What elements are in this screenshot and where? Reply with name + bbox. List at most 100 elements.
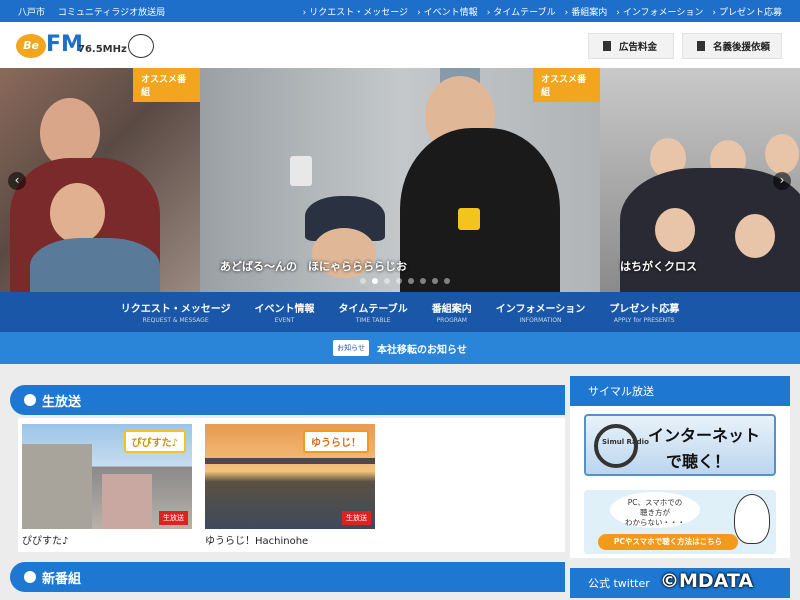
live-tag: 生放送 [159,511,188,525]
sponsorship-label: 名義後援依頼 [713,42,771,53]
program-title[interactable]: ぴぴすた♪ [22,532,192,547]
nav-label: プレゼント応募 [609,304,680,315]
person-shape [735,214,775,258]
top-strip: 八戸市 コミュニティラジオ放送局 リクエスト・メッセージ イベント情報 タイムテ… [0,0,800,22]
carousel-dots [360,278,450,284]
twitter-heading: 公式 twitter [588,577,650,590]
nav-sublabel: INFORMATION [519,317,562,324]
nav-label: 番組案内 [431,304,472,315]
wall-switch-shape [290,156,312,186]
live-heading: 生放送 [42,394,82,410]
live-program-list: ぴぴすた♪ 生放送 ぴぴすた♪ ゆうらじ！ 生放送 ゆうらじ！Hachinohe [18,418,565,552]
station-location: 八戸市 コミュニティラジオ放送局 [18,5,165,18]
recommended-badge: オススメ番組 [133,68,200,102]
headphones-icon [594,424,638,468]
banner-line2: で聴く！ [666,452,731,471]
program-thumbnail[interactable]: ぴぴすた♪ 生放送 [22,424,192,529]
nav-sublabel: REQUEST & MESSAGE [142,317,209,324]
nav-label: イベント情報 [254,304,315,315]
carousel-dot[interactable] [444,278,450,284]
carousel-slide[interactable]: オススメ番組 [0,68,200,292]
circle-icon [24,571,36,583]
simulcast-header: サイマル放送 [570,376,790,406]
program-title-badge: ぴぴすた♪ [123,430,186,453]
carousel-dot[interactable] [420,278,426,284]
nav-label: タイムテーブル [338,304,408,315]
new-programs-heading: 新番組 [42,571,82,587]
slide-caption: あどばる～んの ほにゃららららじお [220,260,407,273]
nav-label: インフォメーション [495,304,586,315]
program-title-badge: ゆうらじ！ [303,430,369,453]
nav-sublabel: EVENT [274,317,295,324]
nav-present[interactable]: プレゼント応募 APPLY for PRESENTS [597,292,691,332]
carousel-dot[interactable] [408,278,414,284]
nav-event[interactable]: イベント情報 EVENT [243,292,327,332]
person-shape [30,238,160,292]
notice-tag: お知らせ [333,340,370,356]
nav-information[interactable]: インフォメーション INFORMATION [484,292,598,332]
carousel-dot[interactable] [372,278,378,284]
person-shape [400,128,560,292]
ad-rates-label: 広告料金 [619,42,658,53]
nav-sublabel: TIME TABLE [355,317,391,324]
program-card[interactable]: ぴぴすた♪ 生放送 ぴぴすた♪ [22,424,192,547]
top-link-information[interactable]: インフォメーション [616,5,704,18]
top-link-program[interactable]: 番組案内 [565,5,607,18]
mascot-icon [128,34,154,58]
program-title[interactable]: ゆうらじ！Hachinohe [205,532,375,547]
simul-radio-brand: Simul Radio [602,438,649,446]
listen-online-banner[interactable]: Simul Radio インターネット で聴く！ [584,414,776,476]
sponsorship-request-button[interactable]: 名義後援依頼 [682,33,782,59]
new-programs-header: 新番組 [10,562,565,592]
top-nav: リクエスト・メッセージ イベント情報 タイムテーブル 番組案内 インフォメーショ… [303,5,782,18]
live-section-header: 生放送 [10,385,565,415]
nav-label: リクエスト・メッセージ [120,304,231,315]
nav-program[interactable]: 番組案内 PROGRAM [420,292,484,332]
nav-sublabel: APPLY for PRESENTS [613,317,675,324]
notice-bar[interactable]: お知らせ 本社移転のお知らせ [0,332,800,364]
carousel-dot[interactable] [396,278,402,284]
horizon-shape [205,458,375,464]
recommended-badge: オススメ番組 [533,68,600,102]
carousel-prev-button[interactable]: ‹ [8,172,26,190]
live-tag: 生放送 [342,511,371,525]
carousel-dot[interactable] [432,278,438,284]
slide-caption: はちがくクロス [620,260,697,273]
building-shape [102,474,152,529]
program-card[interactable]: ゆうらじ！ 生放送 ゆうらじ！Hachinohe [205,424,375,547]
logo-be: Be [16,34,46,58]
top-link-timetable[interactable]: タイムテーブル [487,5,555,18]
main-nav: リクエスト・メッセージ REQUEST & MESSAGE イベント情報 EVE… [0,292,800,332]
document-icon [603,41,611,51]
person-shape [655,208,695,252]
nav-request[interactable]: リクエスト・メッセージ REQUEST & MESSAGE [109,292,243,332]
banner-line1: インターネット [648,426,761,445]
document-icon [697,41,705,51]
watermark: ©MDATA [660,570,754,592]
carousel-dot[interactable] [360,278,366,284]
carousel-slide-active[interactable]: オススメ番組 あどばる～んの ほにゃららららじお [200,68,600,292]
shirt-logo-shape [458,208,480,230]
nav-sublabel: PROGRAM [436,317,467,324]
befm-logo[interactable]: Be FM 76.5MHz [16,32,156,62]
station-type: コミュニティラジオ放送局 [57,8,166,18]
how-to-listen-button[interactable]: PCやスマホで聴く方法はこちら [598,534,738,550]
program-thumbnail[interactable]: ゆうらじ！ 生放送 [205,424,375,529]
nav-timetable[interactable]: タイムテーブル TIME TABLE [327,292,420,332]
mascot-icon [734,494,770,544]
person-shape [50,183,105,243]
simulcast-panel: Simul Radio インターネット で聴く！ PC、スマホでの 聴き方が わ… [570,406,790,558]
simulcast-heading: サイマル放送 [588,385,654,398]
carousel-next-button[interactable]: › [773,172,791,190]
carousel-slide[interactable]: はちがくクロス [600,68,800,292]
logo-frequency: 76.5MHz [78,44,127,55]
top-link-present[interactable]: プレゼント応募 [712,5,782,18]
how-to-listen-banner[interactable]: PC、スマホでの 聴き方が わからない・・・ PCやスマホで聴く方法はこちら [584,490,776,554]
notice-text: 本社移転のお知らせ [377,344,467,356]
top-link-event[interactable]: イベント情報 [417,5,478,18]
city-name: 八戸市 [18,8,46,18]
ad-rates-button[interactable]: 広告料金 [588,33,674,59]
featured-carousel: オススメ番組 オススメ番組 あどばる～んの ほにゃららららじお はちがくクロス … [0,68,800,292]
top-link-request[interactable]: リクエスト・メッセージ [303,5,408,18]
carousel-dot[interactable] [384,278,390,284]
